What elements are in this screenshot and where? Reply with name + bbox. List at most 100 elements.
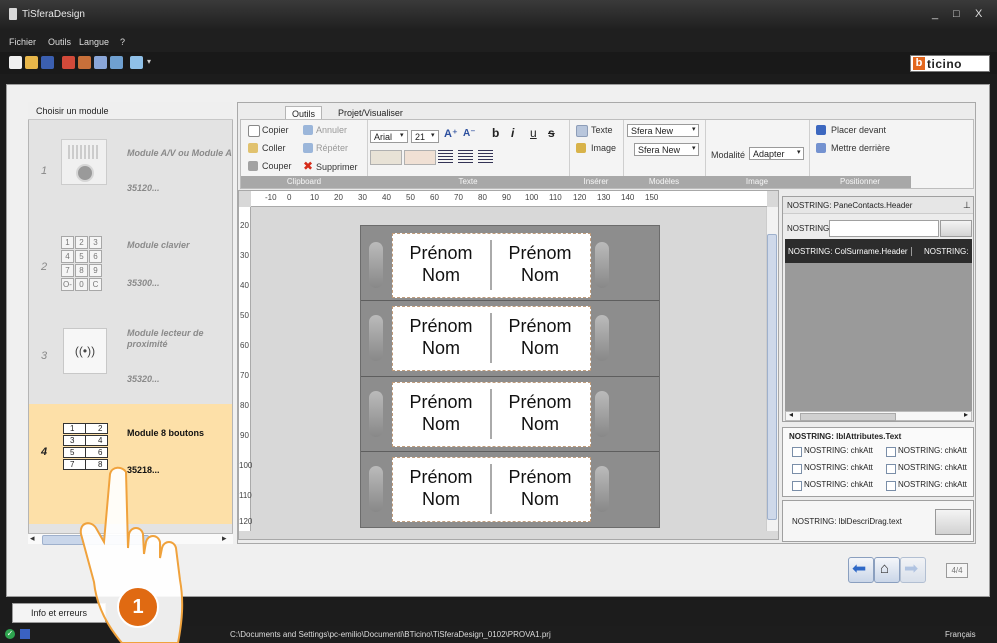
- label-right[interactable]: Prénom Nom: [492, 234, 588, 295]
- underline-button[interactable]: u: [530, 126, 537, 140]
- new-file-icon[interactable]: [9, 56, 22, 69]
- strikethrough-button[interactable]: s: [548, 126, 555, 140]
- align-left-icon[interactable]: [438, 150, 453, 163]
- menu-help[interactable]: ?: [120, 37, 125, 47]
- attributes-panel: NOSTRING: lblAttributes.Text NOSTRING: c…: [782, 427, 974, 497]
- export-icon[interactable]: [78, 56, 91, 69]
- coller-button[interactable]: Coller: [262, 143, 286, 153]
- minimize-button[interactable]: _: [932, 8, 938, 20]
- label-card[interactable]: Prénom Nom Prénom Nom: [392, 233, 591, 298]
- scroll-right-icon[interactable]: ▸: [964, 410, 968, 419]
- ruler-tick: 80: [240, 401, 249, 410]
- attribute-label: NOSTRING: chkAtt: [804, 446, 873, 455]
- align-right-icon[interactable]: [478, 150, 493, 163]
- label-left[interactable]: Prénom Nom: [393, 458, 489, 519]
- label-left[interactable]: Prénom Nom: [393, 234, 489, 295]
- ruler-tick: 110: [239, 491, 252, 500]
- back-button[interactable]: ⬅: [848, 557, 874, 583]
- filter-input[interactable]: [829, 220, 939, 237]
- maximize-button[interactable]: □: [953, 8, 960, 20]
- chevron-down-icon[interactable]: ▾: [692, 125, 696, 133]
- attribute-checkbox[interactable]: [886, 447, 896, 457]
- attribute-checkbox[interactable]: [792, 447, 802, 457]
- attribute-checkbox[interactable]: [886, 481, 896, 491]
- label-right[interactable]: Prénom Nom: [492, 383, 588, 444]
- label-card[interactable]: Prénom Nom Prénom Nom: [392, 457, 591, 522]
- chevron-down-icon[interactable]: ▾: [400, 131, 404, 139]
- col-surname-header[interactable]: NOSTRING: ColSurname.Header: [788, 247, 912, 256]
- model-select-1[interactable]: Sfera New: [627, 124, 699, 137]
- logo-text: ticino: [927, 57, 962, 71]
- inserer-image-button[interactable]: Image: [591, 143, 616, 153]
- inserer-texte-button[interactable]: Texte: [591, 125, 613, 135]
- attribute-checkbox[interactable]: [792, 464, 802, 474]
- font-color-icon[interactable]: [404, 150, 436, 165]
- filter-button[interactable]: [940, 220, 972, 237]
- menu-fichier[interactable]: Fichier: [9, 37, 36, 47]
- scrollbar-thumb[interactable]: [767, 234, 777, 520]
- col-other-header[interactable]: NOSTRING: C: [924, 247, 971, 256]
- last-name: Nom: [520, 338, 559, 358]
- grid-scrollbar[interactable]: ◂ ▸: [785, 410, 972, 421]
- language-indicator[interactable]: Français: [945, 630, 976, 639]
- menu-outils[interactable]: Outils: [48, 37, 71, 47]
- tab-projet-visualiser[interactable]: Projet/Visualiser: [332, 106, 409, 120]
- scroll-right-icon[interactable]: ▸: [222, 533, 227, 544]
- chevron-down-icon[interactable]: ▾: [147, 57, 151, 66]
- attribute-checkbox[interactable]: [792, 481, 802, 491]
- italic-button[interactable]: i: [511, 126, 514, 140]
- couper-button[interactable]: Couper: [262, 161, 292, 171]
- highlight-color-icon[interactable]: [370, 150, 402, 165]
- ruler-tick: 10: [310, 193, 319, 202]
- scrollbar-thumb[interactable]: [800, 413, 896, 421]
- repeter-button[interactable]: Répéter: [316, 143, 348, 153]
- label-left[interactable]: Prénom Nom: [393, 307, 489, 368]
- mettre-derriere-button[interactable]: Mettre derrière: [831, 143, 890, 153]
- shrink-font-icon[interactable]: A⁻: [463, 128, 476, 139]
- keypad-image: 123 456 789 O- 0 C: [61, 236, 105, 292]
- open-folder-icon[interactable]: [25, 56, 38, 69]
- align-center-icon[interactable]: [458, 150, 473, 163]
- attribute-checkbox[interactable]: [886, 464, 896, 474]
- close-button[interactable]: X: [975, 8, 982, 20]
- copier-button[interactable]: Copier: [262, 125, 289, 135]
- drag-button[interactable]: [935, 509, 971, 535]
- model-select-2[interactable]: Sfera New: [634, 143, 699, 156]
- home-button[interactable]: ⌂: [874, 557, 900, 583]
- key: C: [89, 278, 102, 291]
- placer-devant-button[interactable]: Placer devant: [831, 125, 886, 135]
- button-cell: 6: [85, 447, 108, 458]
- ruler-tick: 60: [240, 341, 249, 350]
- contacts-grid[interactable]: [785, 239, 972, 411]
- last-name: Nom: [520, 265, 559, 285]
- supprimer-button[interactable]: Supprimer: [316, 162, 358, 172]
- module-item-3[interactable]: 3 ((•)) Module lecteur de proximité 3532…: [29, 310, 232, 404]
- label-left[interactable]: Prénom Nom: [393, 383, 489, 444]
- annuler-button[interactable]: Annuler: [316, 125, 347, 135]
- label-card[interactable]: Prénom Nom Prénom Nom: [392, 306, 591, 371]
- key: O-: [61, 278, 74, 291]
- chevron-down-icon[interactable]: ▾: [797, 148, 801, 156]
- scroll-left-icon[interactable]: ◂: [30, 533, 35, 544]
- pin-icon[interactable]: ⊥: [963, 200, 971, 211]
- bold-button[interactable]: b: [492, 126, 499, 140]
- module-item-1[interactable]: 1 Module A/V ou Module A 35120...: [29, 121, 232, 216]
- module-item-2[interactable]: 2 123 456 789 O- 0 C Module clavier 35300.…: [29, 216, 232, 310]
- last-name: Nom: [520, 414, 559, 434]
- language-icon[interactable]: [130, 56, 143, 69]
- tools-icon[interactable]: [94, 56, 107, 69]
- chevron-down-icon[interactable]: ▾: [692, 144, 696, 152]
- modalite-select[interactable]: Adapter: [749, 147, 804, 160]
- forward-button[interactable]: ➡: [900, 557, 926, 583]
- print-icon[interactable]: [62, 56, 75, 69]
- led-right-icon: [595, 466, 609, 512]
- undo-icon[interactable]: [110, 56, 123, 69]
- label-right[interactable]: Prénom Nom: [492, 307, 588, 368]
- save-icon[interactable]: [41, 56, 54, 69]
- grow-font-icon[interactable]: A⁺: [444, 127, 458, 140]
- chevron-down-icon[interactable]: ▾: [431, 131, 435, 139]
- scroll-left-icon[interactable]: ◂: [789, 410, 793, 419]
- label-card[interactable]: Prénom Nom Prénom Nom: [392, 382, 591, 447]
- label-right[interactable]: Prénom Nom: [492, 458, 588, 519]
- menu-langue[interactable]: Langue: [79, 37, 109, 47]
